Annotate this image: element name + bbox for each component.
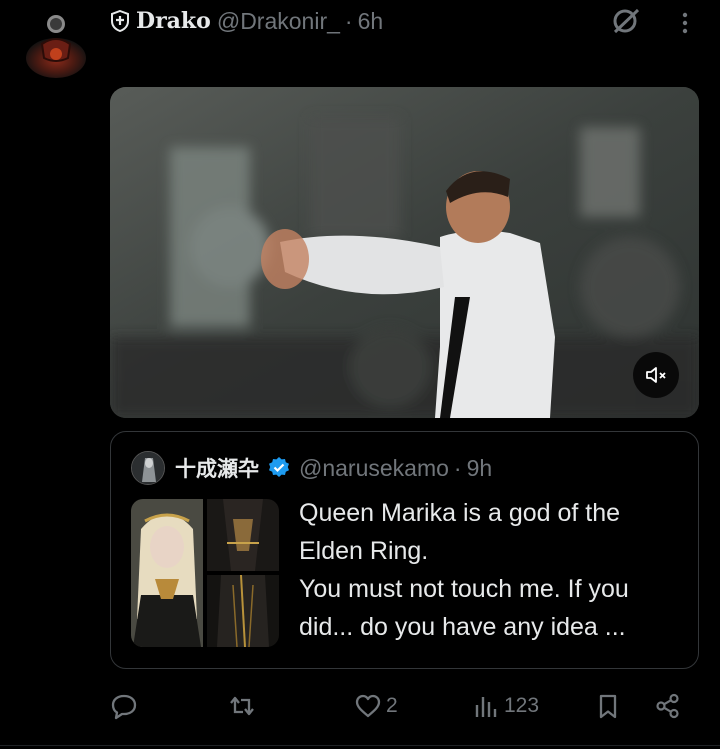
verified-badge-icon [269,457,289,477]
tweet-header: Drako @Drakonir_ · 6h [110,6,383,36]
reply-button[interactable] [110,686,138,726]
retweet-icon [230,696,254,716]
share-button[interactable] [654,686,682,726]
quoted-media-grid[interactable] [131,499,279,647]
quoted-author-handle[interactable]: @narusekamo [299,455,449,482]
views-icon [475,697,497,717]
quoted-tweet-card[interactable]: 十成瀬卆 @narusekamo · 9h Queen Marika is a … [110,431,699,669]
reply-icon [111,694,137,720]
quoted-text-line: Queen Marika is a god of the [299,499,621,527]
quoted-text-line: did... do you have any idea ... [299,613,626,641]
quoted-image[interactable] [131,499,203,647]
retweet-button[interactable] [228,686,256,726]
share-icon [656,693,679,719]
like-button[interactable]: 2 [354,686,398,726]
author-display-name[interactable]: Drako [136,8,211,34]
speaker-muted-icon [646,367,666,383]
tweet-action-bar: 2 123 [110,686,700,726]
separator-dot: · [344,7,353,34]
quoted-author-display-name[interactable]: 十成瀬卆 [175,453,259,483]
more-options-icon[interactable] [675,10,695,36]
video-player[interactable] [110,87,699,418]
quoted-text-line: You must not touch me. If you [299,575,629,603]
quoted-image[interactable] [207,575,279,647]
separator-dot: · [453,454,462,481]
shield-icon [111,10,129,32]
author-handle[interactable]: @Drakonir_ [217,8,340,35]
heart-icon [355,694,381,718]
quoted-tweet-text: Queen Marika is a god of the Elden Ring.… [299,494,689,646]
bookmark-icon [599,694,617,719]
divider [0,745,720,746]
mute-toggle-button[interactable] [633,352,679,398]
bookmark-button[interactable] [594,686,622,726]
quoted-author-avatar[interactable] [131,451,165,485]
like-count: 2 [386,694,398,717]
tweet-timestamp[interactable]: 6h [358,8,384,35]
author-avatar[interactable] [24,10,88,82]
grok-icon[interactable] [610,6,642,36]
quoted-image[interactable] [207,499,279,571]
quoted-tweet-header: 十成瀬卆 @narusekamo · 9h [131,450,492,486]
quoted-text-line: Elden Ring. [299,537,429,565]
video-frame [110,87,699,418]
views-count: 123 [504,694,540,717]
quoted-tweet-timestamp[interactable]: 9h [467,455,493,482]
views-button[interactable]: 123 [472,686,539,726]
